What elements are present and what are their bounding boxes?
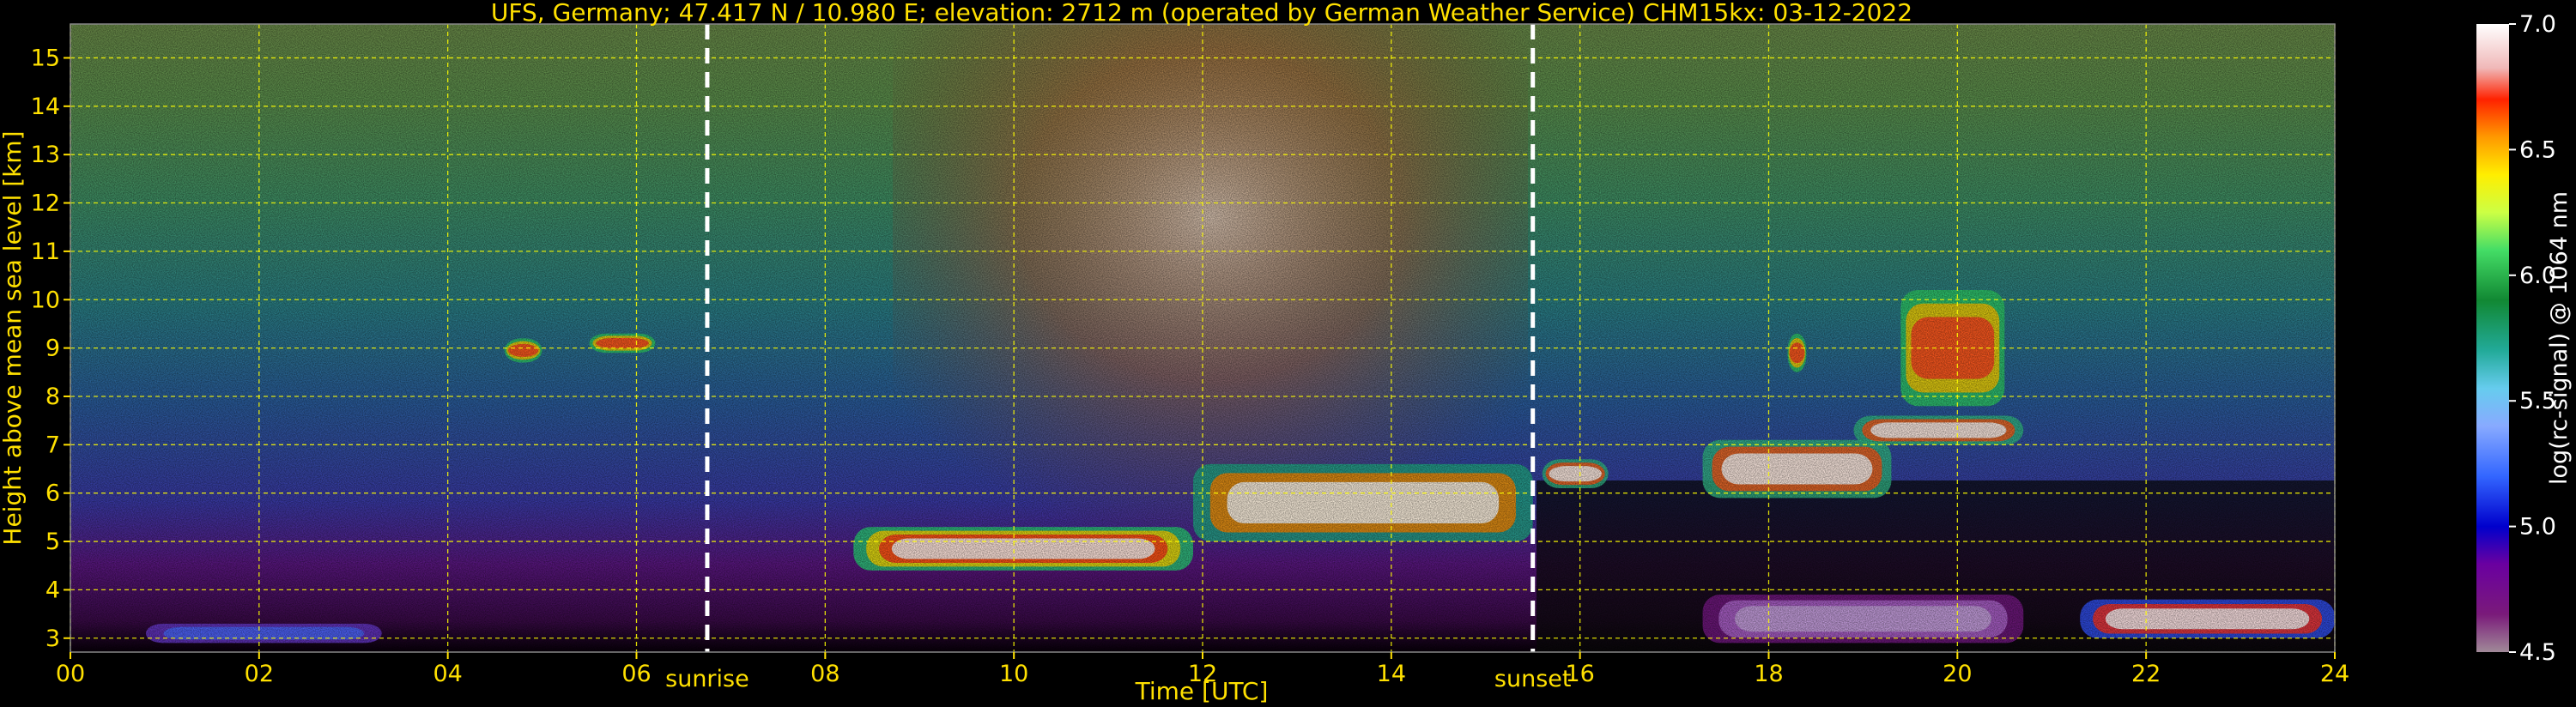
y-tick-label: 9 [45, 335, 60, 362]
x-tick-label: 10 [999, 661, 1028, 687]
x-tick-label: 24 [2320, 661, 2349, 687]
ceilometer-chart: sunrise sunset 3 4 5 6 7 8 9 10 11 12 13 14 15 00 02 04… [0, 0, 2573, 705]
colorbar-tick-label: 6.5 [2519, 136, 2556, 163]
y-tick-label: 6 [45, 480, 60, 507]
y-tick-label: 10 [31, 287, 60, 313]
x-tick-label: 16 [1565, 661, 1594, 687]
marker-label-sunset: sunset [1494, 666, 1572, 692]
y-tick-label: 4 [45, 577, 60, 603]
y-axis-label: Height above mean sea level [km] [0, 130, 27, 545]
x-tick-label: 00 [56, 661, 85, 687]
y-tick-label: 11 [31, 239, 60, 265]
y-tick-label: 8 [45, 384, 60, 410]
colorbar-tick-label: 4.5 [2519, 639, 2556, 666]
y-tick-label: 5 [45, 529, 60, 555]
colorbar-tick-label: 7.0 [2519, 11, 2556, 38]
x-tick-label: 02 [245, 661, 274, 687]
y-tick-label: 7 [45, 432, 60, 458]
colorbar-tick-label: 5.0 [2519, 514, 2556, 541]
colorbar-label: log(rc-signal) @ 1064 nm [2546, 191, 2573, 485]
x-axis-label: Time [UTC] [1135, 677, 1269, 705]
colorbar: 7.06.56.05.55.04.5 log(rc-signal) @ 1064… [2476, 11, 2573, 666]
y-axis: 3 4 5 6 7 8 9 10 11 12 13 14 15 [31, 45, 70, 652]
y-tick-label: 3 [45, 625, 60, 652]
x-tick-label: 14 [1377, 661, 1406, 687]
x-tick-label: 20 [1943, 661, 1972, 687]
x-tick-label: 22 [2131, 661, 2161, 687]
y-tick-label: 12 [31, 190, 60, 217]
y-tick-label: 15 [31, 45, 60, 71]
x-tick-label: 04 [433, 661, 462, 687]
y-tick-label: 14 [31, 94, 60, 120]
x-tick-label: 18 [1754, 661, 1783, 687]
x-tick-label: 06 [621, 661, 651, 687]
colorbar-gradient [2476, 24, 2509, 652]
y-tick-label: 13 [31, 142, 60, 168]
marker-label-sunrise: sunrise [665, 666, 749, 692]
chart-title: UFS, Germany; 47.417 N / 10.980 E; eleva… [491, 0, 1912, 27]
x-tick-label: 08 [810, 661, 839, 687]
